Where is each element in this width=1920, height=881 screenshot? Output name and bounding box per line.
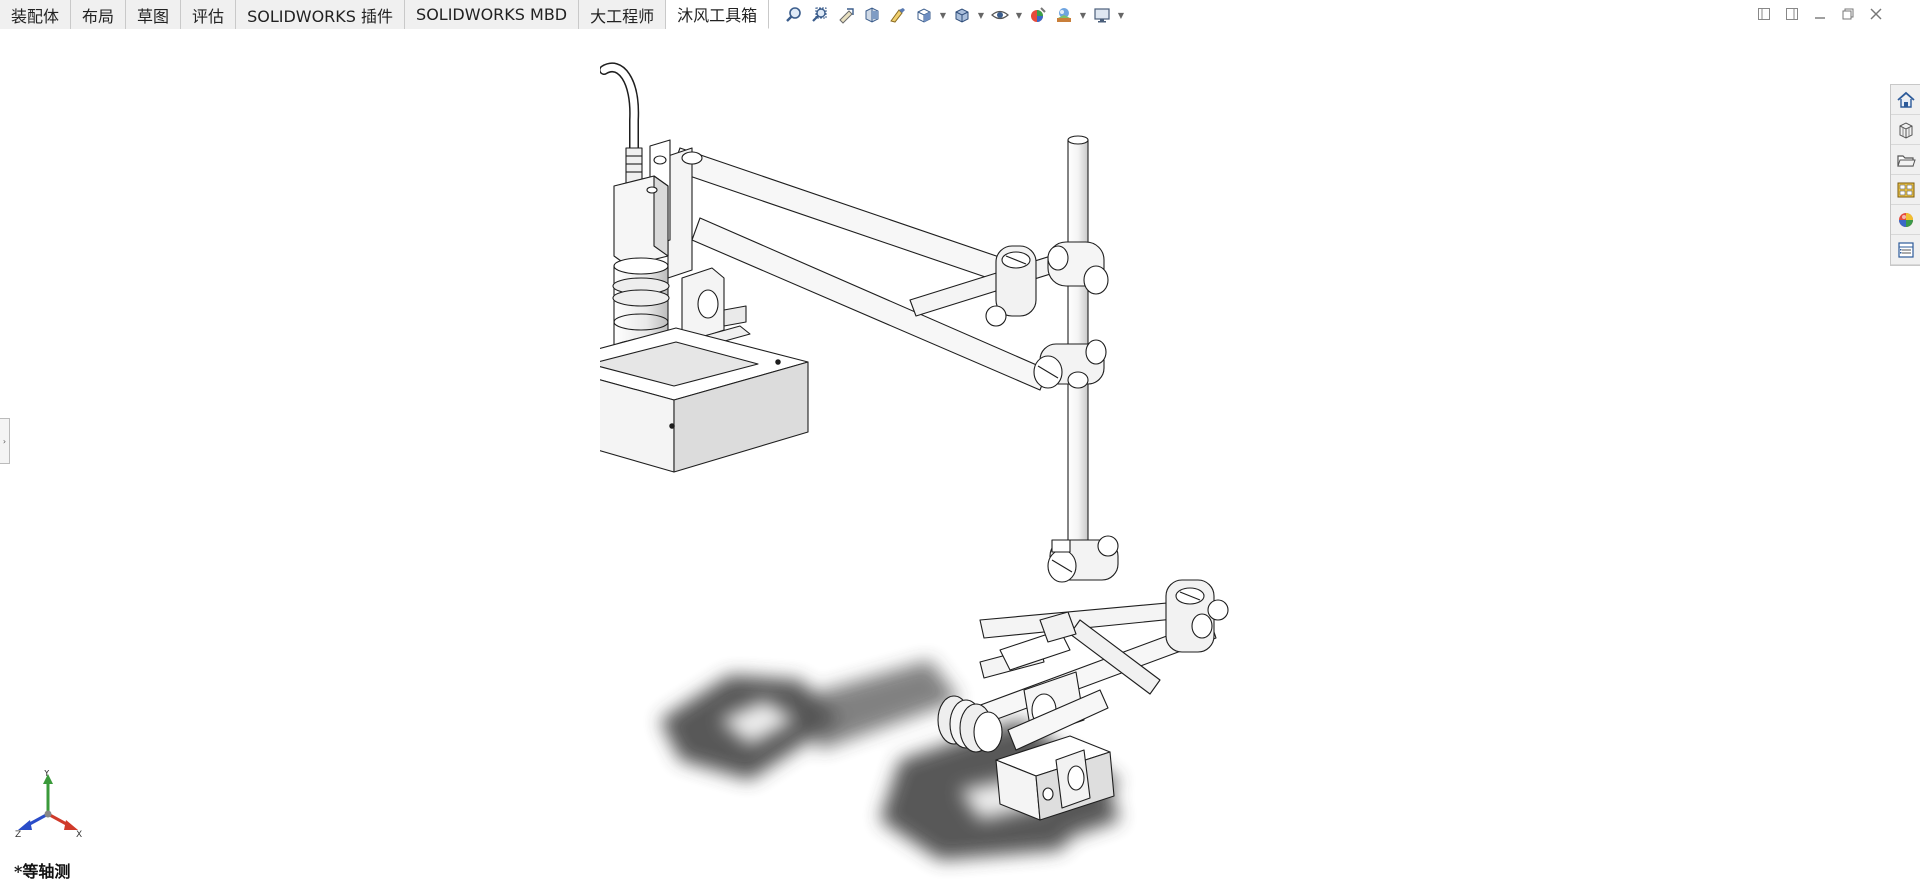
view-settings-icon[interactable] [1091,4,1113,26]
display-style-dropdown-icon[interactable]: ▼ [977,4,985,26]
file-explorer-icon[interactable] [1891,145,1920,175]
view-orientation-icon[interactable] [913,4,935,26]
lower-cross-clamp [1047,535,1119,583]
view-settings-dropdown-icon[interactable]: ▼ [1117,4,1125,26]
custom-properties-icon[interactable] [1891,235,1920,265]
task-pane [1890,84,1920,266]
command-manager-tabs: 装配体 布局 草图 评估 SOLIDWORKS 插件 SOLIDWORKS MB… [0,0,770,29]
camera-body [613,175,669,267]
previous-view-icon[interactable] [835,4,857,26]
dynamic-annotation-icon[interactable] [887,4,909,26]
minimize-icon[interactable] [1812,6,1828,22]
design-library-icon[interactable] [1891,115,1920,145]
apply-scene-dropdown-icon[interactable]: ▼ [1079,4,1087,26]
tab-evaluate[interactable]: 评估 [181,0,237,29]
home-icon[interactable] [1891,85,1920,115]
lower-right-clamp [1165,579,1229,653]
edit-appearance-icon[interactable] [1027,4,1049,26]
section-view-icon[interactable] [861,4,883,26]
tab-layout[interactable]: 布局 [71,0,127,29]
expand-arrow-icon: › [2,436,7,446]
zoom-to-fit-icon[interactable] [783,4,805,26]
restore-icon[interactable] [1840,6,1856,22]
upper-cross-clamp [985,241,1109,327]
tile-right-icon[interactable] [1784,6,1800,22]
assembly-graphics-area[interactable] [600,60,1260,880]
view-palette-icon[interactable] [1891,175,1920,205]
view-orientation-dropdown-icon[interactable]: ▼ [939,4,947,26]
apply-scene-icon[interactable] [1053,4,1075,26]
triad-z-label: Z [15,830,21,838]
triad-x-label: X [76,830,82,838]
middle-cross-clamp [1033,339,1107,389]
vertical-post [1067,135,1089,541]
reference-triad: Y X Z [14,769,84,840]
triad-y-label: Y [43,770,50,779]
appearances-icon[interactable] [1891,205,1920,235]
feature-manager-collapse-handle[interactable]: › [0,418,10,464]
solidworks-window: 装配体 布局 草图 评估 SOLIDWORKS 插件 SOLIDWORKS MB… [0,0,1920,881]
tile-left-icon[interactable] [1756,6,1772,22]
tab-assembly[interactable]: 装配体 [0,0,72,29]
document-window-controls [1756,6,1884,22]
tab-big-engineer[interactable]: 大工程师 [579,0,667,29]
heads-up-view-toolbar: ▼ ▼ ▼ ▼ ▼ [783,4,1125,26]
tab-sketch[interactable]: 草图 [126,0,182,29]
view-orientation-label: *等轴测 [14,862,71,881]
display-style-icon[interactable] [951,4,973,26]
hide-show-dropdown-icon[interactable]: ▼ [1015,4,1023,26]
hide-show-items-icon[interactable] [989,4,1011,26]
base-frame [600,327,809,473]
tab-solidworks-mbd[interactable]: SOLIDWORKS MBD [405,0,580,29]
tab-mufeng-toolbox[interactable]: 沐风工具箱 [666,0,770,29]
tab-solidworks-addins[interactable]: SOLIDWORKS 插件 [236,0,406,29]
zoom-to-area-icon[interactable] [809,4,831,26]
close-icon[interactable] [1868,6,1884,22]
